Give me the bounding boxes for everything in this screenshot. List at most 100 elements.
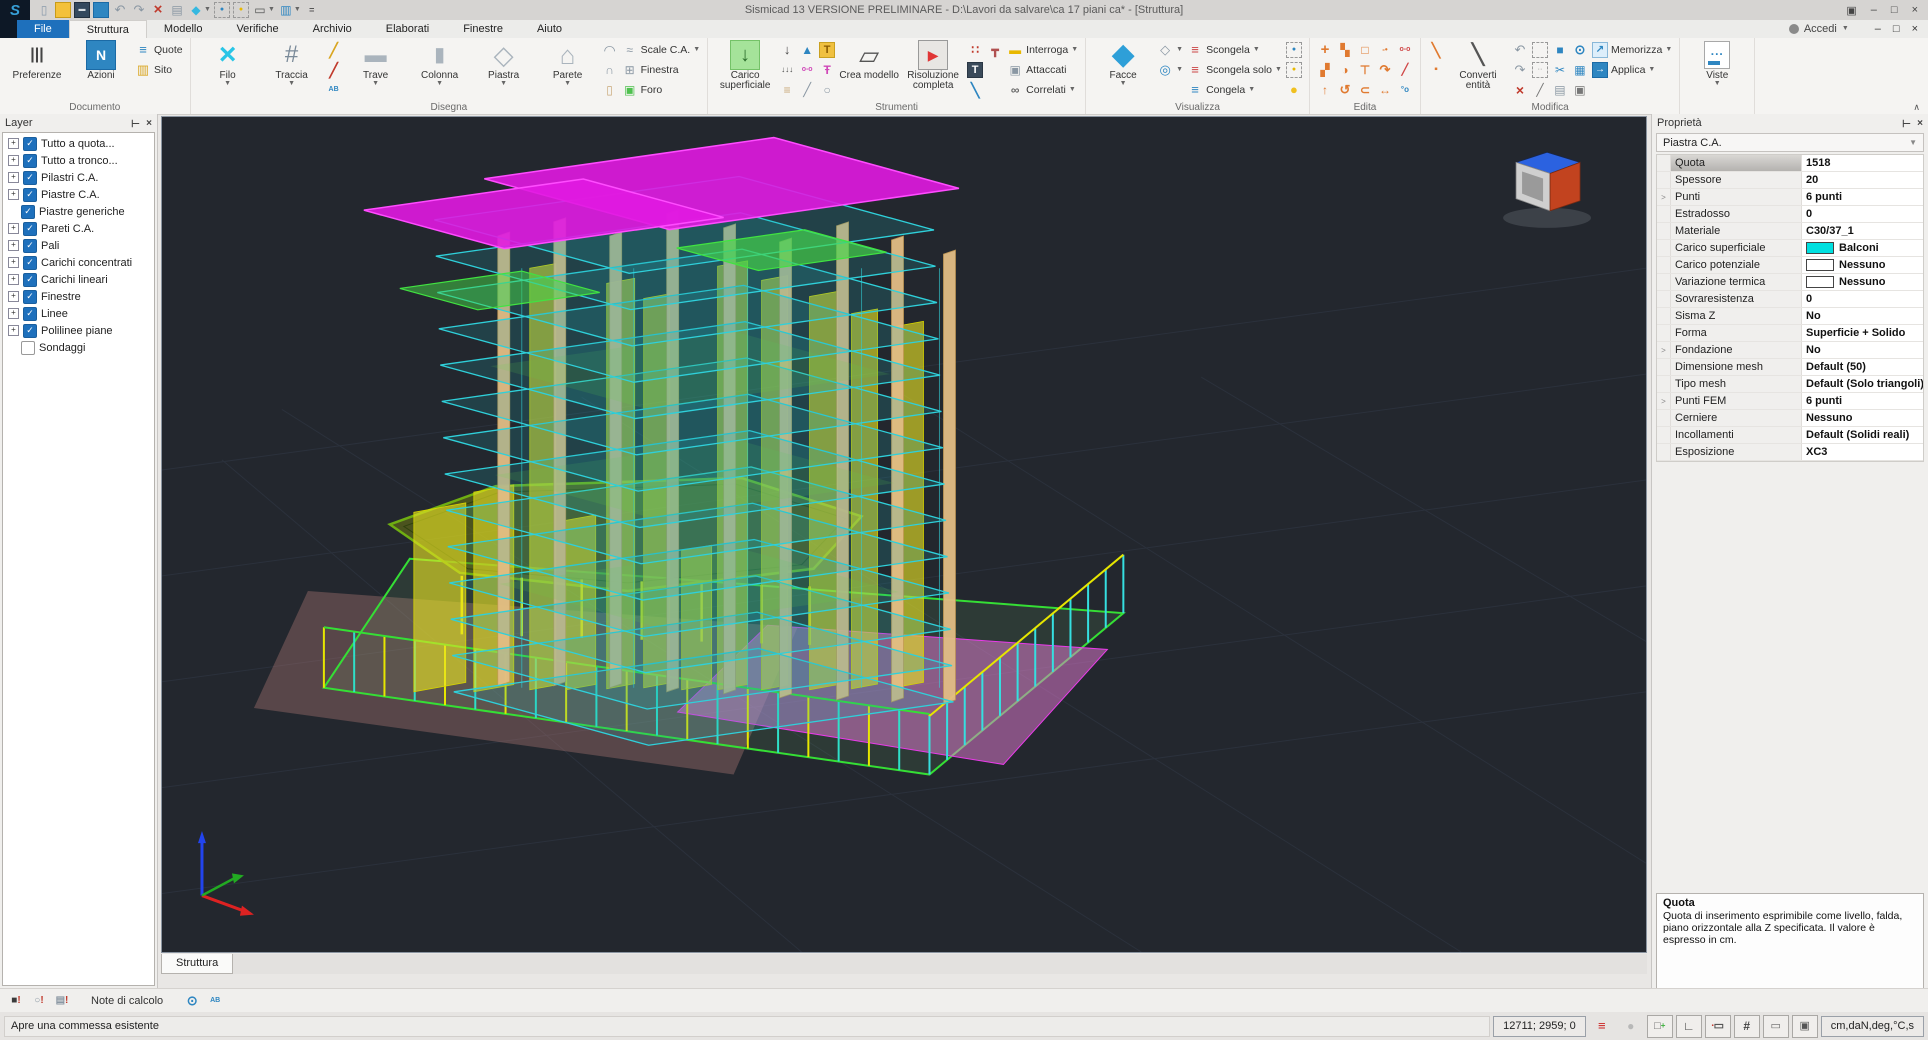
row-expander[interactable]: >: [1657, 393, 1671, 409]
property-value[interactable]: Default (Solo triangoli): [1802, 376, 1923, 392]
restore-icon[interactable]: □: [1891, 4, 1898, 17]
property-row-estradosso[interactable]: Estradosso0: [1657, 206, 1923, 223]
ribbon-button-bulb[interactable]: ●: [1286, 80, 1302, 100]
ribbon-button-converti-entit[interactable]: ╲Converti entità: [1448, 40, 1508, 100]
ribbon-button-eflat[interactable]: ⊤: [1357, 60, 1373, 80]
qat-newdoc[interactable]: ▯: [36, 2, 52, 18]
property-value[interactable]: 0: [1802, 291, 1923, 307]
property-row-quota[interactable]: Quota1518: [1657, 155, 1923, 172]
layer-item-sondaggi[interactable]: Sondaggi: [3, 339, 154, 356]
property-value[interactable]: Balconi: [1802, 240, 1923, 256]
property-value[interactable]: 6 punti: [1802, 189, 1923, 205]
qat-xred[interactable]: ×: [150, 2, 166, 18]
ribbon-button-paste[interactable]: ▤: [1552, 80, 1568, 100]
qat-qatmore[interactable]: =: [304, 2, 320, 18]
tab-verifiche[interactable]: Verifiche: [219, 20, 295, 38]
ribbon-button-pencil1[interactable]: ╱: [326, 40, 342, 60]
property-row-carico-potenziale[interactable]: Carico potenzialeNessuno: [1657, 257, 1923, 274]
tab-file[interactable]: File: [17, 20, 69, 38]
ribbon-button-interroga[interactable]: ▬Interroga▼: [1007, 40, 1078, 60]
layer-checkbox[interactable]: ✓: [23, 273, 37, 287]
layer-checkbox[interactable]: ✓: [23, 256, 37, 270]
layer-item-pali[interactable]: +✓Pali: [3, 237, 154, 254]
layer-checkbox[interactable]: ✓: [23, 188, 37, 202]
ribbon-button-cut[interactable]: ✂: [1552, 60, 1568, 80]
layer-checkbox[interactable]: ✓: [23, 222, 37, 236]
layer-checkbox[interactable]: ✓: [21, 205, 35, 219]
ribbon-button-broomor[interactable]: ╲: [1428, 40, 1444, 60]
expand-icon[interactable]: +: [8, 240, 19, 251]
tab-archivio[interactable]: Archivio: [296, 20, 369, 38]
property-value[interactable]: Superficie + Solido: [1802, 325, 1923, 341]
ribbon-button-parete[interactable]: ⌂Parete▼: [538, 40, 598, 100]
expand-icon[interactable]: +: [8, 223, 19, 234]
property-type-selector[interactable]: Piastra C.A. ▼: [1656, 133, 1924, 152]
status-toggle-sball[interactable]: ▭: [1763, 1015, 1789, 1038]
status-toggle-sangle[interactable]: ∟: [1676, 1015, 1702, 1038]
expand-icon[interactable]: +: [8, 172, 19, 183]
ribbon-button-foro[interactable]: ▣Foro: [622, 80, 701, 100]
property-row-carico-superficiale[interactable]: Carico superficialeBalconi: [1657, 240, 1923, 257]
qat-open[interactable]: [55, 2, 71, 18]
ribbon-button-elasso[interactable]: □: [1357, 40, 1373, 60]
ribbon-button-linkpink[interactable]: o-o: [799, 60, 815, 80]
ribbon-button-eoffs[interactable]: ⊂: [1357, 80, 1373, 100]
ribbon-button-adown3[interactable]: ↓↓↓: [779, 60, 795, 80]
pin-icon[interactable]: ⊥: [129, 119, 140, 128]
ribbon-button-ellipse[interactable]: ○: [819, 80, 835, 100]
ribbon-button-cone[interactable]: ▲: [799, 40, 815, 60]
ribbon-button-erot2[interactable]: ↷: [1377, 60, 1393, 80]
warnings-button[interactable]: ○!: [31, 993, 47, 1009]
close-panel-icon[interactable]: ×: [146, 118, 152, 129]
close-icon[interactable]: ×: [1912, 4, 1918, 17]
qat-undo[interactable]: ↶: [112, 2, 128, 18]
ribbon-button-memorizza[interactable]: ↗Memorizza▼: [1592, 40, 1672, 60]
ribbon-button-seldots[interactable]: ··: [1532, 60, 1548, 80]
property-value[interactable]: 6 punti: [1802, 393, 1923, 409]
ribbon-button-blueround[interactable]: ■: [1552, 40, 1568, 60]
property-row-dimensione-mesh[interactable]: Dimensione meshDefault (50): [1657, 359, 1923, 376]
ribbon-button-selbulby[interactable]: ●: [1286, 60, 1302, 80]
layer-item-tutto-a-tronco[interactable]: +✓Tutto a tronco...: [3, 152, 154, 169]
ribbon-button-camera[interactable]: ▣: [1572, 80, 1588, 100]
viewport-3d-canvas[interactable]: [162, 117, 1646, 952]
property-value[interactable]: No: [1802, 308, 1923, 324]
ribbon-button-ejoin[interactable]: -•: [1377, 40, 1393, 60]
property-value[interactable]: Nessuno: [1802, 410, 1923, 426]
ribbon-button-risoluzione-completa[interactable]: ▶Risoluzione completa: [903, 40, 963, 100]
ribbon-button-azioni[interactable]: NAzioni: [71, 40, 131, 100]
property-row-tipo-mesh[interactable]: Tipo meshDefault (Solo triangoli): [1657, 376, 1923, 393]
ribbon-button-pencilg[interactable]: ╱: [799, 80, 815, 100]
status-toggle-srect[interactable]: ▪▭: [1705, 1015, 1731, 1038]
ribbon-button-scale-c-a[interactable]: ≈Scale C.A.▼: [622, 40, 701, 60]
ribbon-button-traccia[interactable]: #Traccia▼: [262, 40, 322, 100]
notes-label[interactable]: Note di calcolo: [91, 995, 163, 1007]
ribbon-button-abline[interactable]: AB: [326, 80, 342, 100]
property-row-sisma-z[interactable]: Sisma ZNo: [1657, 308, 1923, 325]
property-row-cerniere[interactable]: CerniereNessuno: [1657, 410, 1923, 427]
status-toggle-sboxes[interactable]: ▣: [1792, 1015, 1818, 1038]
ribbon-button-loadlist[interactable]: ≡: [779, 80, 795, 100]
ribbon-button-congela[interactable]: ≡Congela▼: [1187, 80, 1282, 100]
status-toggle-sselg[interactable]: □+: [1647, 1015, 1673, 1038]
ribbon-button-crea-modello[interactable]: ▱Crea modello: [839, 40, 899, 100]
row-expander[interactable]: >: [1657, 342, 1671, 358]
ribbon-pin-icon[interactable]: ▣: [1846, 4, 1856, 17]
errors-button[interactable]: ■!: [8, 993, 24, 1009]
ribbon-button-applica[interactable]: →Applica▼: [1592, 60, 1672, 80]
ribbon-button-esq[interactable]: ▚: [1337, 40, 1353, 60]
layer-item-carichi-lineari[interactable]: +✓Carichi lineari: [3, 271, 154, 288]
mdi-restore-icon[interactable]: □: [1893, 23, 1900, 35]
ribbon-button-attaccati[interactable]: ▣Attaccati: [1007, 60, 1078, 80]
property-row-fondazione[interactable]: >FondazioneNo: [1657, 342, 1923, 359]
property-row-punti[interactable]: >Punti6 punti: [1657, 189, 1923, 206]
layer-checkbox[interactable]: ✓: [23, 171, 37, 185]
property-row-forma[interactable]: FormaSuperficie + Solido: [1657, 325, 1923, 342]
property-value[interactable]: Nessuno: [1802, 274, 1923, 290]
ribbon-button-finestra[interactable]: ⊞Finestra: [622, 60, 701, 80]
ribbon-button-tpink[interactable]: Ŧ: [819, 60, 835, 80]
ribbon-button-chain3[interactable]: °o: [1397, 80, 1413, 100]
document-tab-struttura[interactable]: Struttura: [161, 954, 233, 974]
ribbon-button-broomblue[interactable]: ╲: [967, 80, 983, 100]
ribbon-button-pencil2[interactable]: ╱: [326, 60, 342, 80]
